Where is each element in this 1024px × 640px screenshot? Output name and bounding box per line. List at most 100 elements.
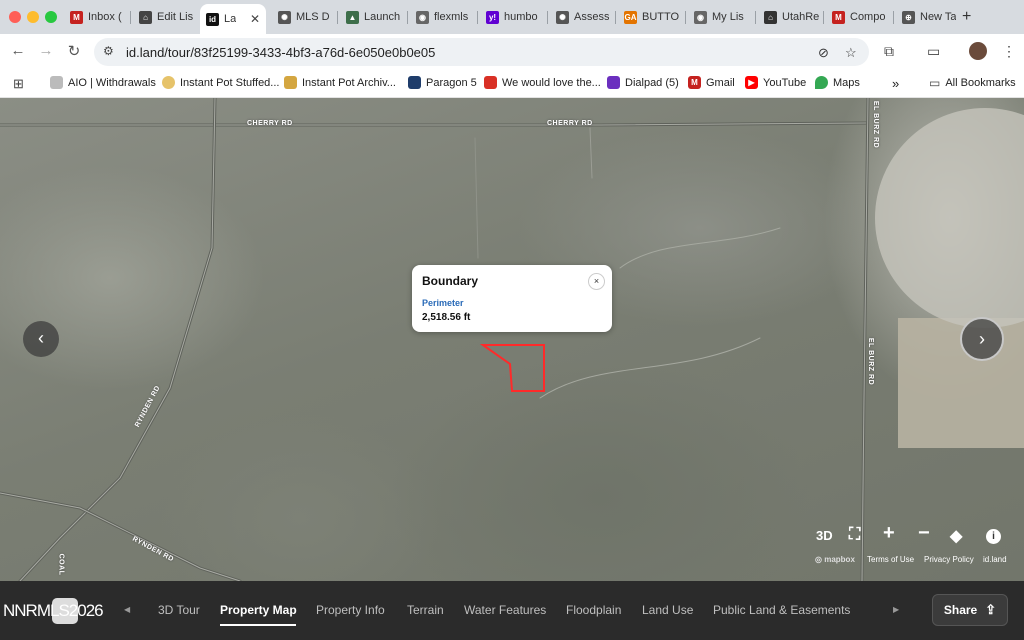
ga-icon: GA [624, 10, 637, 24]
tab-title: flexmls [434, 11, 469, 23]
bookmark-label: Instant Pot Archiv... [302, 76, 396, 89]
tab-separator [547, 11, 548, 24]
flex-icon: ◉ [416, 10, 429, 24]
all-bookmarks-button[interactable]: ▭ All Bookmarks [929, 76, 1016, 90]
tab-title: New Ta [920, 11, 957, 23]
tab-public-land-easements[interactable]: Public Land & Easements [713, 603, 850, 617]
perimeter-label: Perimeter [422, 298, 464, 308]
satellite-map[interactable]: CHERRY RD CHERRY RD RYNDEN RD RYNDEN RD … [0, 98, 1024, 581]
forward-arrow-icon[interactable]: → [36, 42, 56, 59]
bookmark-youtube[interactable]: ▶ YouTube [745, 76, 806, 89]
tab-land-use[interactable]: Land Use [642, 603, 693, 617]
bookmark-we-would-love[interactable]: We would love the... [484, 76, 601, 89]
share-button[interactable]: Share ⇪ [932, 594, 1008, 626]
share-icon: ⇪ [985, 602, 997, 617]
tab-edit-listing[interactable]: ⌂ Edit Lis [133, 5, 195, 29]
bookmark-label: Instant Pot Stuffed... [180, 76, 280, 89]
bookmark-aio[interactable]: AIO | Withdrawals [50, 76, 156, 89]
minimize-window-button[interactable] [27, 11, 39, 23]
gmail-icon: M [70, 10, 83, 24]
bookmark-star-icon[interactable]: ☆ [845, 45, 857, 61]
tab-inbox[interactable]: M Inbox ( [64, 5, 128, 29]
boundary-popup: Boundary × Perimeter 2,518.56 ft [412, 265, 612, 332]
tour-navigation-bar: NNRMLS2026 ◀ 3D Tour Property Map Proper… [0, 581, 1024, 640]
pot-icon [284, 76, 297, 89]
bookmark-label: AIO | Withdrawals [68, 76, 156, 89]
next-slide-button[interactable]: › [960, 317, 1004, 361]
more-menu-icon[interactable]: ⋮ [1002, 43, 1016, 60]
property-boundary-polygon[interactable] [479, 344, 545, 392]
site-settings-icon[interactable]: ⚙ [103, 44, 114, 58]
zoom-out-icon[interactable]: − [918, 522, 930, 545]
bookmark-paragon[interactable]: Paragon 5 [408, 76, 477, 89]
gmail-icon: M [832, 10, 845, 24]
tab-idland-active[interactable]: id La ✕ [200, 4, 266, 34]
tab-flexmls[interactable]: ◉ flexmls [410, 5, 476, 29]
mapbox-circle-icon: ◎ [815, 555, 822, 564]
all-bookmarks-label: All Bookmarks [945, 77, 1016, 89]
new-tab-button[interactable]: + [962, 8, 971, 26]
tab-assessor[interactable]: ✺ Assess [550, 5, 614, 29]
address-bar[interactable]: ⚙ id.land/tour/83f25199-3433-4bf3-a76d-6… [94, 38, 869, 66]
bookmark-dialpad[interactable]: Dialpad (5) [607, 76, 679, 89]
bookmark-label: Gmail [706, 76, 735, 89]
tab-3d-tour[interactable]: 3D Tour [158, 603, 200, 617]
scroll-left-icon[interactable]: ◀ [124, 605, 130, 614]
tab-humboldt[interactable]: y! humbo [480, 5, 546, 29]
maps-icon [815, 76, 828, 89]
tab-utah-realestate[interactable]: ⌂ UtahRe [758, 5, 822, 29]
close-window-button[interactable] [9, 11, 21, 23]
tab-separator [685, 11, 686, 24]
terms-of-use-link[interactable]: Terms of Use [867, 555, 914, 564]
privacy-policy-link[interactable]: Privacy Policy [924, 555, 974, 564]
tab-launch[interactable]: ▲ Launch [340, 5, 406, 29]
extensions-icon[interactable]: ⧉ [884, 43, 894, 60]
bookmarks-overflow-button[interactable]: » [892, 76, 899, 91]
tab-property-info[interactable]: Property Info [316, 603, 385, 617]
tab-separator [337, 11, 338, 24]
gmail-icon: M [688, 76, 701, 89]
realtor-icon: ⌂ [764, 10, 777, 24]
bookmark-instant-pot-archive[interactable]: Instant Pot Archiv... [284, 76, 396, 89]
maximize-window-button[interactable] [45, 11, 57, 23]
bookmark-instant-pot-stuffed[interactable]: Instant Pot Stuffed... [162, 76, 279, 89]
idland-icon: id [206, 12, 219, 26]
road-label: EL BURZ RD [867, 337, 875, 386]
tab-property-map[interactable]: Property Map [220, 603, 297, 617]
layers-icon[interactable]: ◆ [950, 526, 962, 546]
bookmark-maps[interactable]: Maps [815, 76, 860, 89]
tab-title: MLS D [296, 11, 330, 23]
tab-my-listings[interactable]: ◉ My Lis [688, 5, 754, 29]
apps-grid-icon[interactable]: ⊞ [13, 76, 24, 92]
bookmark-gmail[interactable]: M Gmail [688, 76, 735, 89]
mapbox-label: mapbox [824, 555, 855, 564]
tab-compose[interactable]: M Compo [826, 5, 892, 29]
idland-link[interactable]: id.land [983, 555, 1007, 564]
info-icon[interactable]: i [986, 529, 1001, 544]
fullscreen-icon[interactable]: ⛶ [849, 526, 860, 544]
mapbox-logo[interactable]: ◎ mapbox [815, 555, 855, 564]
previous-slide-button[interactable]: ‹ [23, 321, 59, 357]
tab-mls[interactable]: ✺ MLS D [272, 5, 336, 29]
reload-icon[interactable]: ↻ [64, 42, 84, 60]
close-icon[interactable]: × [588, 273, 605, 290]
tab-floodplain[interactable]: Floodplain [566, 603, 621, 617]
profile-avatar[interactable] [969, 42, 987, 60]
scroll-right-icon[interactable]: ▶ [893, 605, 899, 614]
zoom-in-icon[interactable]: + [883, 522, 895, 545]
url-text[interactable]: id.land/tour/83f25199-3433-4bf3-a76d-6e0… [126, 45, 435, 60]
eye-slash-icon[interactable]: ⊘ [818, 45, 829, 61]
back-arrow-icon[interactable]: ← [8, 42, 28, 59]
tab-title: Assess [574, 11, 610, 23]
tab-close-icon[interactable]: ✕ [250, 12, 266, 26]
tab-terrain[interactable]: Terrain [407, 603, 444, 617]
cast-icon[interactable]: ▭ [927, 43, 940, 60]
bookmark-label: We would love the... [502, 76, 601, 89]
chatgpt-icon: ✺ [556, 10, 569, 24]
tab-water-features[interactable]: Water Features [464, 603, 546, 617]
pot-icon [162, 76, 175, 89]
3d-toggle-button[interactable]: 3D [816, 528, 833, 543]
tab-buttons[interactable]: GA BUTTO [618, 5, 684, 29]
tab-new-tab[interactable]: ⊕ New Ta [896, 5, 958, 29]
share-label: Share [943, 603, 978, 617]
